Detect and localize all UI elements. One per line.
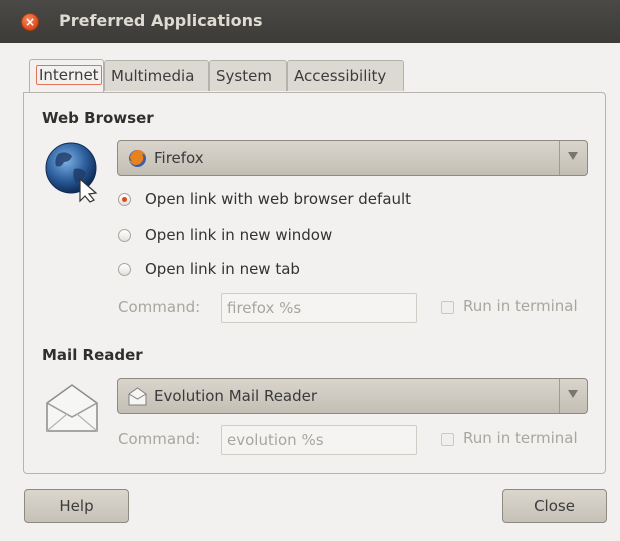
firefox-icon — [128, 149, 147, 168]
mail-reader-selected-label: Evolution Mail Reader — [154, 387, 318, 405]
chevron-down-icon — [568, 152, 578, 160]
tab-accessibility[interactable]: Accessibility — [287, 60, 404, 91]
globe-icon — [44, 141, 106, 203]
envelope-icon — [128, 387, 147, 406]
close-button[interactable]: Close — [502, 489, 607, 523]
radio-indicator[interactable] — [118, 193, 131, 206]
browser-command-field[interactable]: firefox %s — [221, 293, 417, 323]
mail-command-field[interactable]: evolution %s — [221, 425, 417, 455]
chevron-down-icon — [568, 390, 578, 398]
window-close-icon[interactable]: × — [21, 13, 39, 31]
tab-system[interactable]: System — [209, 60, 287, 91]
web-browser-selected-label: Firefox — [154, 149, 204, 167]
radio-indicator[interactable] — [118, 263, 131, 276]
web-browser-dropdown-toggle[interactable] — [559, 141, 587, 175]
mail-reader-dropdown-toggle[interactable] — [559, 379, 587, 413]
web-browser-select[interactable]: Firefox — [117, 140, 588, 176]
browser-command-label: Command: — [118, 298, 201, 316]
mail-reader-heading: Mail Reader — [42, 346, 143, 364]
mail-command-label: Command: — [118, 430, 201, 448]
mail-envelope-icon — [45, 383, 99, 433]
mail-reader-select[interactable]: Evolution Mail Reader — [117, 378, 588, 414]
preferred-applications-window: × Preferred Applications Internet Multim… — [0, 0, 620, 541]
title-bar: × Preferred Applications — [0, 0, 620, 43]
mail-run-in-terminal-label: Run in terminal — [463, 429, 578, 447]
browser-run-in-terminal-label: Run in terminal — [463, 297, 578, 315]
mail-run-in-terminal-checkbox[interactable] — [441, 433, 454, 446]
tab-multimedia[interactable]: Multimedia — [104, 60, 209, 91]
tab-internet[interactable]: Internet — [29, 59, 104, 93]
help-button[interactable]: Help — [24, 489, 129, 523]
browser-run-in-terminal-checkbox[interactable] — [441, 301, 454, 314]
radio-indicator[interactable] — [118, 229, 131, 242]
window-title: Preferred Applications — [59, 11, 263, 30]
web-browser-heading: Web Browser — [42, 109, 154, 127]
